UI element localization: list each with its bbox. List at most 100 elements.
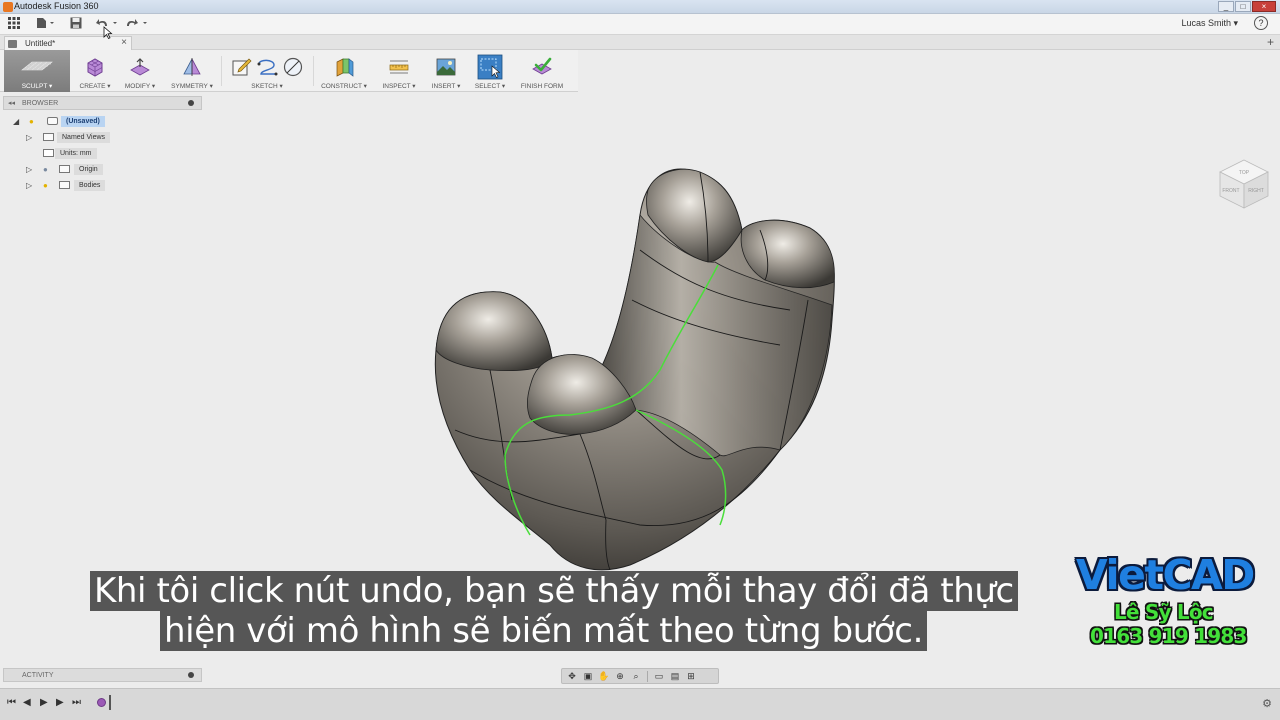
modify-label: MODIFY ▾ — [124, 83, 156, 90]
collapsed-triangle-icon[interactable]: ▷ — [26, 165, 32, 174]
display-settings-icon[interactable]: ▭ — [652, 670, 666, 682]
fit-icon[interactable]: ⌕ — [629, 670, 643, 682]
root-component-label: (Unsaved) — [61, 116, 105, 127]
user-account-menu[interactable]: Lucas Smith ▾ — [1181, 18, 1238, 29]
inspect-label: INSPECT ▾ — [382, 83, 416, 90]
symmetry-label: SYMMETRY ▾ — [171, 83, 213, 90]
browser-panel-header[interactable]: ◂◂ BROWSER — [3, 96, 202, 110]
pan-icon[interactable]: ✋ — [597, 670, 611, 682]
insert-canvas-icon — [436, 58, 456, 76]
browser-pin-icon[interactable] — [188, 100, 194, 106]
construct-plane-icon — [336, 58, 354, 77]
svg-text:TOP: TOP — [1239, 170, 1250, 176]
timeline-feature-icon[interactable] — [97, 698, 106, 707]
folder-icon — [59, 181, 70, 189]
watermark-author: Lê Sỹ Lộc — [1114, 600, 1214, 624]
orbit-icon[interactable]: ✥ — [565, 670, 579, 682]
construct-label: CONSTRUCT ▾ — [321, 83, 367, 90]
sketch-circle-icon — [283, 57, 303, 77]
sculpt-workspace-icon — [21, 61, 53, 71]
create-box-icon — [87, 58, 103, 77]
activity-panel-header[interactable]: ACTIVITY — [3, 668, 202, 682]
sketch-line-icon — [257, 59, 278, 76]
toolbar-ribbon: SCULPT ▾ CREATE ▾ MODIFY ▾ SYMMETRY ▾ SK… — [0, 50, 578, 92]
select-menu[interactable]: SELECT ▾ — [470, 50, 510, 92]
workspace-label: SCULPT ▾ — [21, 83, 53, 90]
insert-label: INSERT ▾ — [431, 83, 461, 90]
symmetry-menu[interactable]: SYMMETRY ▾ — [166, 50, 218, 92]
collapsed-triangle-icon[interactable]: ▷ — [26, 133, 32, 142]
browser-node-root[interactable]: ◢ ● (Unsaved) — [13, 116, 113, 127]
insert-menu[interactable]: INSERT ▾ — [424, 50, 468, 92]
help-icon[interactable]: ? — [1254, 16, 1268, 30]
create-label: CREATE ▾ — [79, 83, 111, 90]
visibility-bulb-icon[interactable]: ● — [43, 165, 51, 174]
finish-form-button[interactable]: FINISH FORM — [514, 50, 570, 92]
quick-access-toolbar: Lucas Smith ▾ ? — [0, 14, 1280, 35]
nav-divider — [647, 670, 648, 682]
visibility-bulb-icon[interactable]: ● — [29, 117, 37, 126]
activity-pin-icon[interactable] — [188, 672, 194, 678]
modify-form-icon — [130, 58, 150, 76]
construct-menu[interactable]: CONSTRUCT ▾ — [316, 50, 372, 92]
sketch-label: SKETCH ▾ — [251, 83, 283, 90]
new-tab-icon[interactable]: + — [1267, 35, 1274, 49]
maximize-button[interactable]: □ — [1235, 1, 1251, 12]
activity-title: ACTIVITY — [22, 672, 54, 679]
modify-menu[interactable]: MODIFY ▾ — [118, 50, 162, 92]
settings-gear-icon[interactable]: ⚙ — [1262, 697, 1272, 710]
inspect-menu[interactable]: INSPECT ▾ — [376, 50, 422, 92]
step-forward-icon[interactable]: ▶ — [56, 697, 64, 708]
svg-text:FRONT: FRONT — [1222, 188, 1239, 194]
mouse-cursor-icon — [103, 26, 113, 40]
browser-node-origin[interactable]: ▷ ● Origin — [26, 164, 116, 175]
redo-icon[interactable] — [125, 17, 149, 32]
zoom-icon[interactable]: ⊕ — [613, 670, 627, 682]
browser-node-named-views[interactable]: ▷ Named Views — [26, 132, 116, 143]
file-menu-icon[interactable] — [34, 17, 56, 32]
workspace-switcher[interactable]: SCULPT ▾ — [4, 50, 70, 92]
ribbon-divider — [313, 56, 314, 86]
collapse-browser-icon[interactable]: ◂◂ — [8, 99, 15, 107]
navigation-bar: ✥ ▣ ✋ ⊕ ⌕ ▭ ▤ ⊞ — [561, 668, 719, 684]
visibility-bulb-icon[interactable]: ● — [43, 181, 51, 190]
expanded-triangle-icon[interactable]: ◢ — [13, 117, 19, 126]
data-panel-grid-icon[interactable] — [6, 17, 22, 32]
finish-form-label: FINISH FORM — [520, 83, 564, 90]
browser-node-bodies[interactable]: ▷ ● Bodies — [26, 180, 116, 191]
units-label: Units: mm — [55, 148, 97, 159]
collapsed-triangle-icon[interactable]: ▷ — [26, 181, 32, 190]
grid-settings-icon[interactable]: ▤ — [668, 670, 682, 682]
named-views-label: Named Views — [57, 132, 111, 143]
document-tab-name: Untitled* — [25, 39, 56, 48]
timeline-marker[interactable] — [109, 695, 111, 710]
create-sketch-icon — [232, 58, 252, 76]
viewcube-navigation[interactable]: TOP FRONT RIGHT — [1214, 152, 1274, 212]
watermark-phone: 0163 919 1983 — [1090, 624, 1247, 648]
browser-title: BROWSER — [22, 100, 59, 107]
subtitle-line-2: hiện với mô hình sẽ biến mất theo từng b… — [160, 611, 927, 651]
select-icon — [477, 54, 503, 80]
svg-text:RIGHT: RIGHT — [1248, 188, 1264, 194]
go-to-start-icon[interactable]: ⏮ — [7, 697, 16, 708]
document-tab-bar: Untitled* × + — [0, 35, 1280, 50]
look-at-icon[interactable]: ▣ — [581, 670, 595, 682]
watermark-brand: VietCAD — [1076, 551, 1255, 599]
bodies-label: Bodies — [74, 180, 106, 191]
save-icon[interactable] — [68, 17, 84, 32]
close-tab-icon[interactable]: × — [121, 37, 127, 48]
minimize-button[interactable]: _ — [1218, 1, 1234, 12]
create-menu[interactable]: CREATE ▾ — [74, 50, 116, 92]
subtitle-line-1: Khi tôi click nút undo, bạn sẽ thấy mỗi … — [90, 571, 1018, 611]
step-back-icon[interactable]: ◀ — [23, 697, 31, 708]
document-settings-icon — [43, 149, 54, 157]
folder-icon — [43, 133, 54, 141]
play-icon[interactable]: ▶ — [40, 697, 48, 708]
viewports-icon[interactable]: ⊞ — [684, 670, 698, 682]
go-to-end-icon[interactable]: ⏭ — [72, 697, 81, 708]
sketch-menu[interactable]: SKETCH ▾ — [224, 50, 310, 92]
select-label: SELECT ▾ — [474, 83, 506, 90]
timeline-bar: ⏮ ◀ ▶ ▶ ⏭ ⚙ — [0, 688, 1280, 720]
browser-node-units[interactable]: Units: mm — [40, 148, 110, 159]
close-window-button[interactable]: × — [1252, 1, 1276, 12]
